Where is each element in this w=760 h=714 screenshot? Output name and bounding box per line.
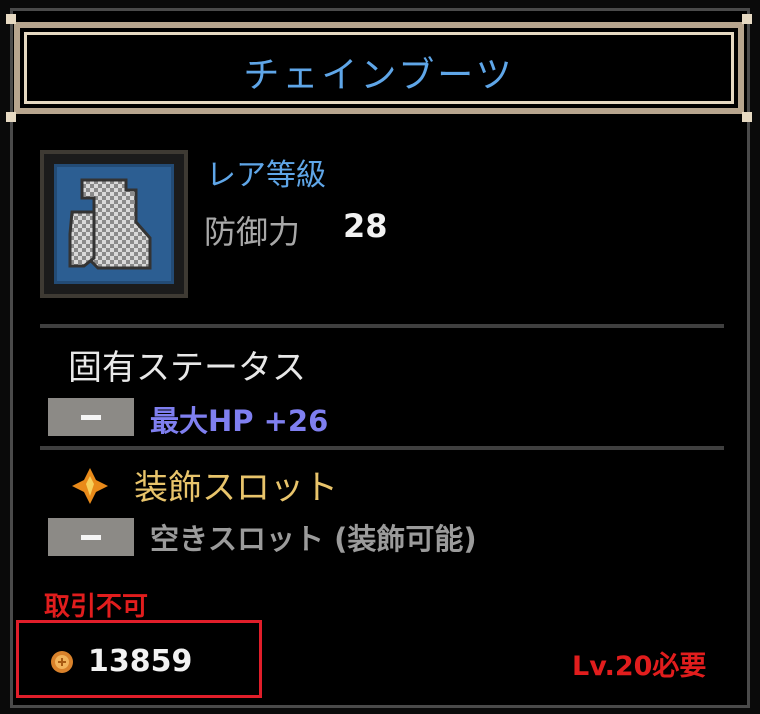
empty-slot-text: 空きスロット (装飾可能)	[150, 522, 477, 556]
diamond-icon	[70, 466, 110, 510]
trade-restriction: 取引不可	[44, 592, 149, 622]
chain-boots-icon	[54, 164, 174, 284]
rarity-label: レア等級	[206, 158, 326, 193]
divider	[40, 446, 724, 450]
item-icon-frame	[40, 150, 188, 298]
defense-value: 28	[343, 207, 388, 245]
defense-label: 防御力	[204, 213, 301, 251]
item-price: 13859	[88, 644, 193, 679]
slot-bullet	[48, 518, 134, 556]
decoration-slot-title: 装飾スロット	[134, 468, 338, 508]
intrinsic-stats-title: 固有ステータス	[68, 348, 306, 388]
item-name: チェインブーツ	[243, 55, 515, 96]
coin-icon	[50, 650, 74, 678]
item-name-frame: チェインブーツ	[6, 14, 752, 122]
max-hp-stat: 最大HP +26	[150, 404, 329, 438]
stat-bullet	[48, 398, 134, 436]
divider	[40, 324, 724, 328]
level-requirement: Lv.20必要	[572, 651, 707, 682]
